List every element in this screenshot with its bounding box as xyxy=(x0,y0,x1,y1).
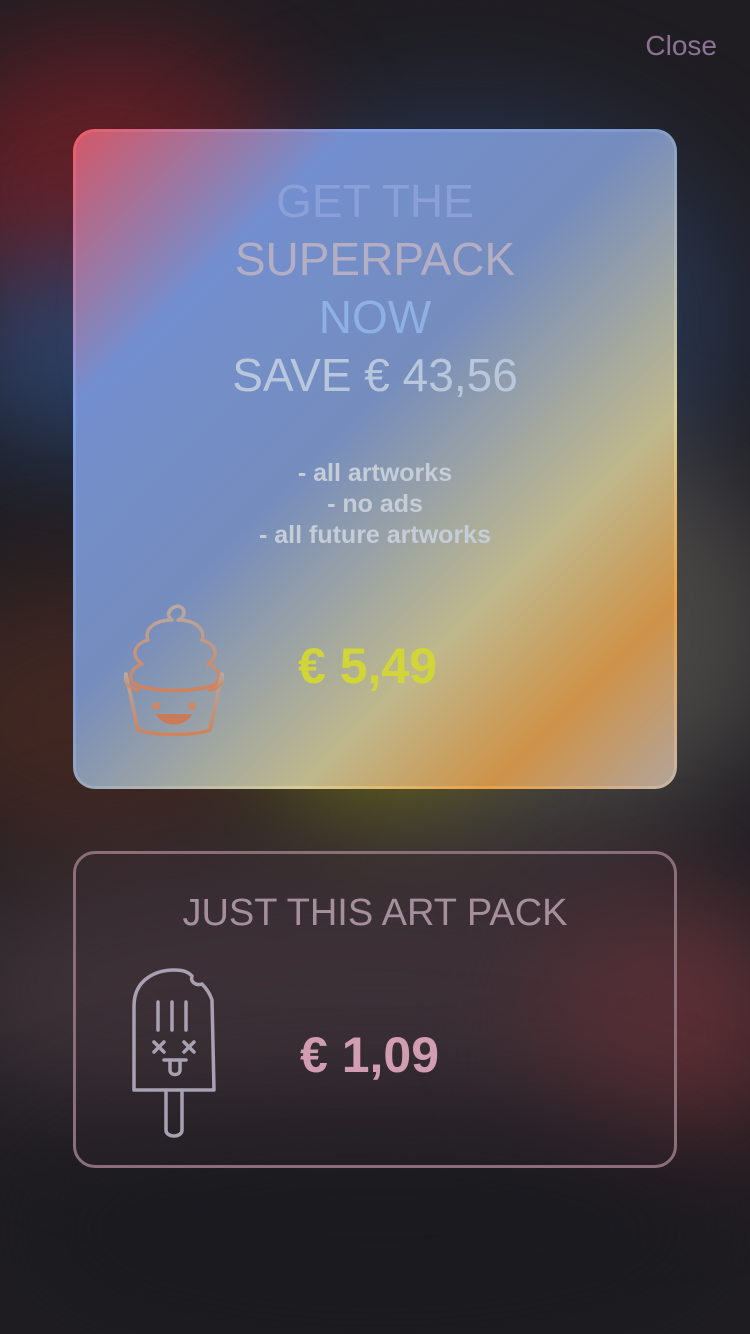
art-pack-price: € 1,09 xyxy=(300,1027,440,1083)
superpack-headline: GET THE SUPERPACK NOW SAVE € 43,56 xyxy=(76,172,674,404)
close-button[interactable]: Close xyxy=(645,30,717,62)
art-pack-card[interactable]: JUST THIS ART PACK € 1,09 xyxy=(73,851,677,1168)
cupcake-icon xyxy=(123,604,225,737)
feature-item: - no ads xyxy=(327,490,423,518)
art-pack-title: JUST THIS ART PACK xyxy=(182,892,568,934)
feature-list: - all artworks - no ads - all future art… xyxy=(76,458,674,551)
headline-line-2: SUPERPACK xyxy=(234,233,516,285)
headline-savings: SAVE € 43,56 xyxy=(232,349,518,401)
popsicle-icon xyxy=(132,968,216,1138)
superpack-card[interactable]: GET THE SUPERPACK NOW SAVE € 43,56 - all… xyxy=(73,129,677,789)
feature-item: - all artworks xyxy=(297,459,453,487)
feature-item: - all future artworks xyxy=(259,521,491,549)
headline-line-1: GET THE xyxy=(276,175,474,227)
headline-line-3: NOW xyxy=(318,291,432,343)
superpack-price: € 5,49 xyxy=(298,638,438,694)
